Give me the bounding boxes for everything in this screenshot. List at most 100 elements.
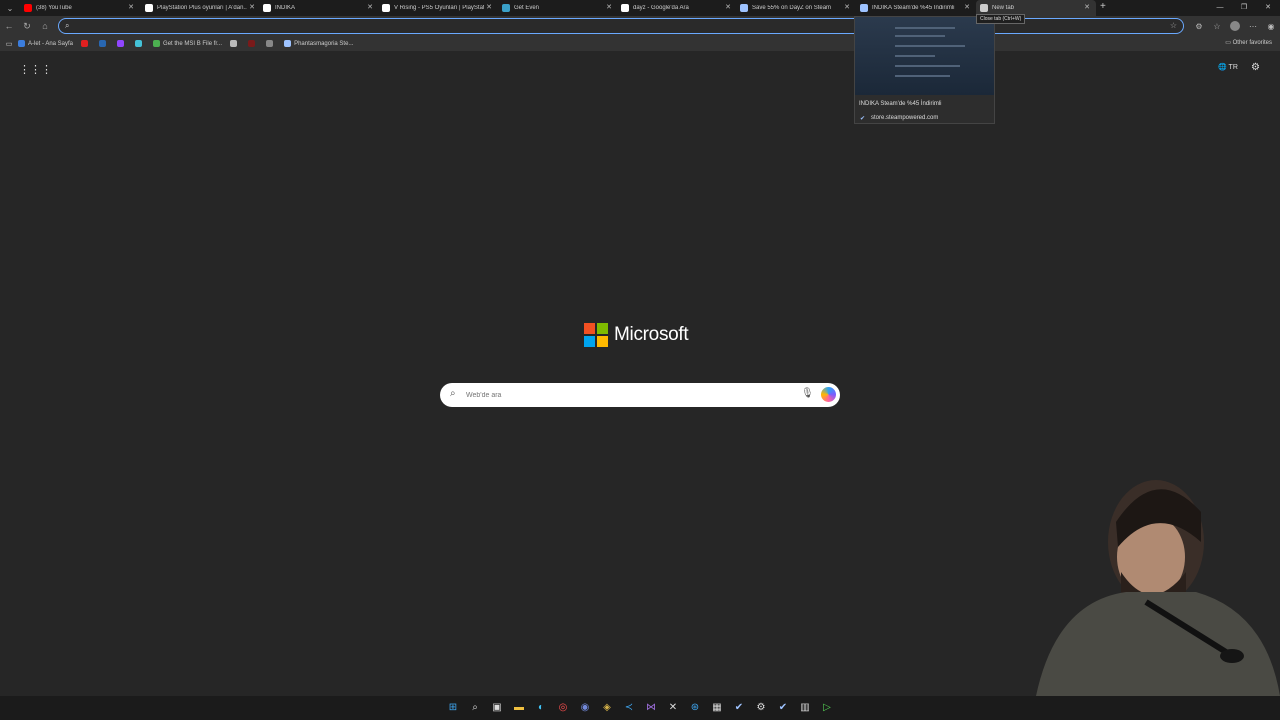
refresh-icon[interactable]: ↻	[18, 17, 36, 35]
tab-hover-preview: INDIKA Steam'de %45 İndirimli ✔ store.st…	[854, 16, 995, 124]
collections-icon[interactable]: ▭	[0, 40, 18, 48]
tab-favicon-icon	[145, 4, 153, 12]
bookmark-favicon-icon	[248, 40, 256, 47]
browser-tab[interactable]: (38) YouTube ✕	[20, 0, 140, 16]
calculator-icon[interactable]: ▦	[710, 701, 724, 715]
preview-title: INDIKA Steam'de %45 İndirimli	[859, 101, 942, 107]
new-tab-button[interactable]: +	[1100, 1, 1106, 12]
bookmark-item[interactable]: A-let - Ana Sayfa	[18, 40, 73, 47]
browser-tab[interactable]: INDIKA ✕	[259, 0, 379, 16]
browser-tab[interactable]: V Rising - PS5 Oyunları | PlayStati... ✕	[378, 0, 498, 16]
close-tab-icon[interactable]: ✕	[844, 3, 850, 11]
other-favorites[interactable]: ▭ Other favorites	[1225, 39, 1272, 46]
tab-favicon-icon	[980, 4, 988, 12]
copilot-icon[interactable]: ◉	[1262, 22, 1280, 31]
microsoft-logo: Microsoft	[584, 323, 689, 347]
close-window-icon[interactable]: ✕	[1256, 0, 1280, 16]
web-search-input[interactable]	[466, 387, 806, 403]
tab-label: V Rising - PS5 Oyunları | PlayStati...	[394, 5, 484, 11]
extensions-icon[interactable]: ⚙	[1190, 22, 1208, 31]
web-search-box: ⌕ 🎙	[440, 383, 840, 407]
bookmark-item[interactable]	[230, 40, 240, 47]
bookmark-item[interactable]: Phantasmagoria Ste...	[284, 40, 353, 47]
browser-tab[interactable]: PlayStation Plus oyunları | A'dan... ✕	[141, 0, 261, 16]
app-icon[interactable]: ◈	[600, 701, 614, 715]
browser-tab[interactable]: Get Even ✕	[498, 0, 618, 16]
back-icon[interactable]: ←	[0, 17, 18, 35]
file-explorer-icon[interactable]: ▬	[512, 701, 526, 715]
bookmark-label: Get the MSI B File fr...	[163, 40, 223, 47]
copilot-icon[interactable]	[821, 387, 836, 402]
tab-label: INDIKA Steam'de %45 İndirimli	[872, 5, 955, 11]
close-tab-icon[interactable]: ✕	[367, 3, 373, 11]
close-tab-icon[interactable]: ✕	[964, 3, 970, 11]
app-icon[interactable]: ⊛	[688, 701, 702, 715]
bookmark-favicon-icon	[284, 40, 292, 47]
steam-icon[interactable]: ✔	[732, 701, 746, 715]
close-tab-icon[interactable]: ✕	[725, 3, 731, 11]
maximize-icon[interactable]: ❐	[1232, 0, 1256, 16]
bookmark-item[interactable]	[248, 40, 258, 47]
bookmark-favicon-icon	[81, 40, 89, 47]
language-selector[interactable]: 🌐 TR	[1218, 63, 1238, 71]
bookmark-item[interactable]	[266, 40, 276, 47]
tab-label: INDIKA	[275, 5, 296, 11]
bookmark-favicon-icon	[230, 40, 238, 47]
browser-tab[interactable]: dayz - Google'da Ara ✕	[617, 0, 737, 16]
bookmark-item[interactable]	[117, 40, 127, 47]
close-tab-icon[interactable]: ✕	[249, 3, 255, 11]
app-icon[interactable]: ▥	[798, 701, 812, 715]
tab-favicon-icon	[860, 4, 868, 12]
favorites-icon[interactable]: ☆	[1208, 22, 1226, 31]
apps-grid-icon[interactable]: ⋮⋮⋮	[19, 63, 52, 76]
close-tab-icon[interactable]: ✕	[606, 3, 612, 11]
webcam-overlay	[996, 452, 1280, 696]
bookmark-favicon-icon	[99, 40, 107, 47]
bookmark-favicon-icon	[266, 40, 274, 47]
edge-icon[interactable]: ◐	[534, 701, 548, 715]
tab-label: Get Even	[514, 5, 540, 11]
close-tab-icon[interactable]: ✕	[128, 3, 134, 11]
tab-favicon-icon	[621, 4, 629, 12]
discord-icon[interactable]: ◉	[578, 701, 592, 715]
browser-tab[interactable]: Save 55% on DayZ on Steam ✕	[736, 0, 856, 16]
bookmark-item[interactable]	[81, 40, 91, 47]
bookmark-favicon-icon	[135, 40, 143, 47]
microphone-icon[interactable]: 🎙	[801, 388, 814, 399]
favorite-star-icon[interactable]: ☆	[1170, 21, 1177, 30]
window-controls: — ❐ ✕	[1208, 0, 1280, 16]
profile-avatar[interactable]	[1230, 21, 1240, 31]
close-tab-icon[interactable]: ✕	[486, 3, 492, 11]
close-tab-icon[interactable]: ✕	[1084, 3, 1090, 11]
settings-gear-icon[interactable]: ⚙	[1251, 62, 1260, 73]
start-menu-icon[interactable]: ⊞	[446, 701, 460, 715]
vscode-icon[interactable]: ≺	[622, 701, 636, 715]
steam-icon[interactable]: ✔	[776, 701, 790, 715]
steam-icon: ✔	[860, 116, 866, 122]
task-view-icon[interactable]: ▣	[490, 701, 504, 715]
tab-label: PlayStation Plus oyunları | A'dan...	[157, 5, 247, 11]
browser-tab[interactable]: INDIKA Steam'de %45 İndirimli ✕	[856, 0, 976, 16]
chrome-icon[interactable]: ◎	[556, 701, 570, 715]
settings-gear-icon[interactable]: ⚙	[754, 701, 768, 715]
bookmark-item[interactable]: Get the MSI B File fr...	[153, 40, 222, 47]
bookmark-item[interactable]	[135, 40, 145, 47]
play-icon[interactable]: ▷	[820, 701, 834, 715]
visual-studio-icon[interactable]: ⋈	[644, 701, 658, 715]
bookmark-label: Phantasmagoria Ste...	[294, 40, 354, 47]
brand-name: Microsoft	[614, 324, 689, 345]
bookmark-favicon-icon	[117, 40, 125, 47]
home-icon[interactable]: ⌂	[36, 17, 54, 35]
tab-label: (38) YouTube	[36, 5, 72, 11]
bookmark-label: A-let - Ana Sayfa	[28, 40, 74, 47]
more-options-icon[interactable]: ⋯	[1244, 22, 1262, 31]
tab-favicon-icon	[263, 4, 271, 12]
capcut-icon[interactable]: ✕	[666, 701, 680, 715]
tab-actions-menu-icon[interactable]: ⌄	[0, 0, 20, 16]
bookmark-item[interactable]	[99, 40, 109, 47]
search-icon[interactable]: ⌕	[468, 701, 482, 715]
search-icon: ⌕	[65, 21, 70, 30]
minimize-icon[interactable]: —	[1208, 0, 1232, 16]
other-favorites-label: Other favorites	[1232, 40, 1272, 46]
search-icon: ⌕	[450, 388, 456, 399]
